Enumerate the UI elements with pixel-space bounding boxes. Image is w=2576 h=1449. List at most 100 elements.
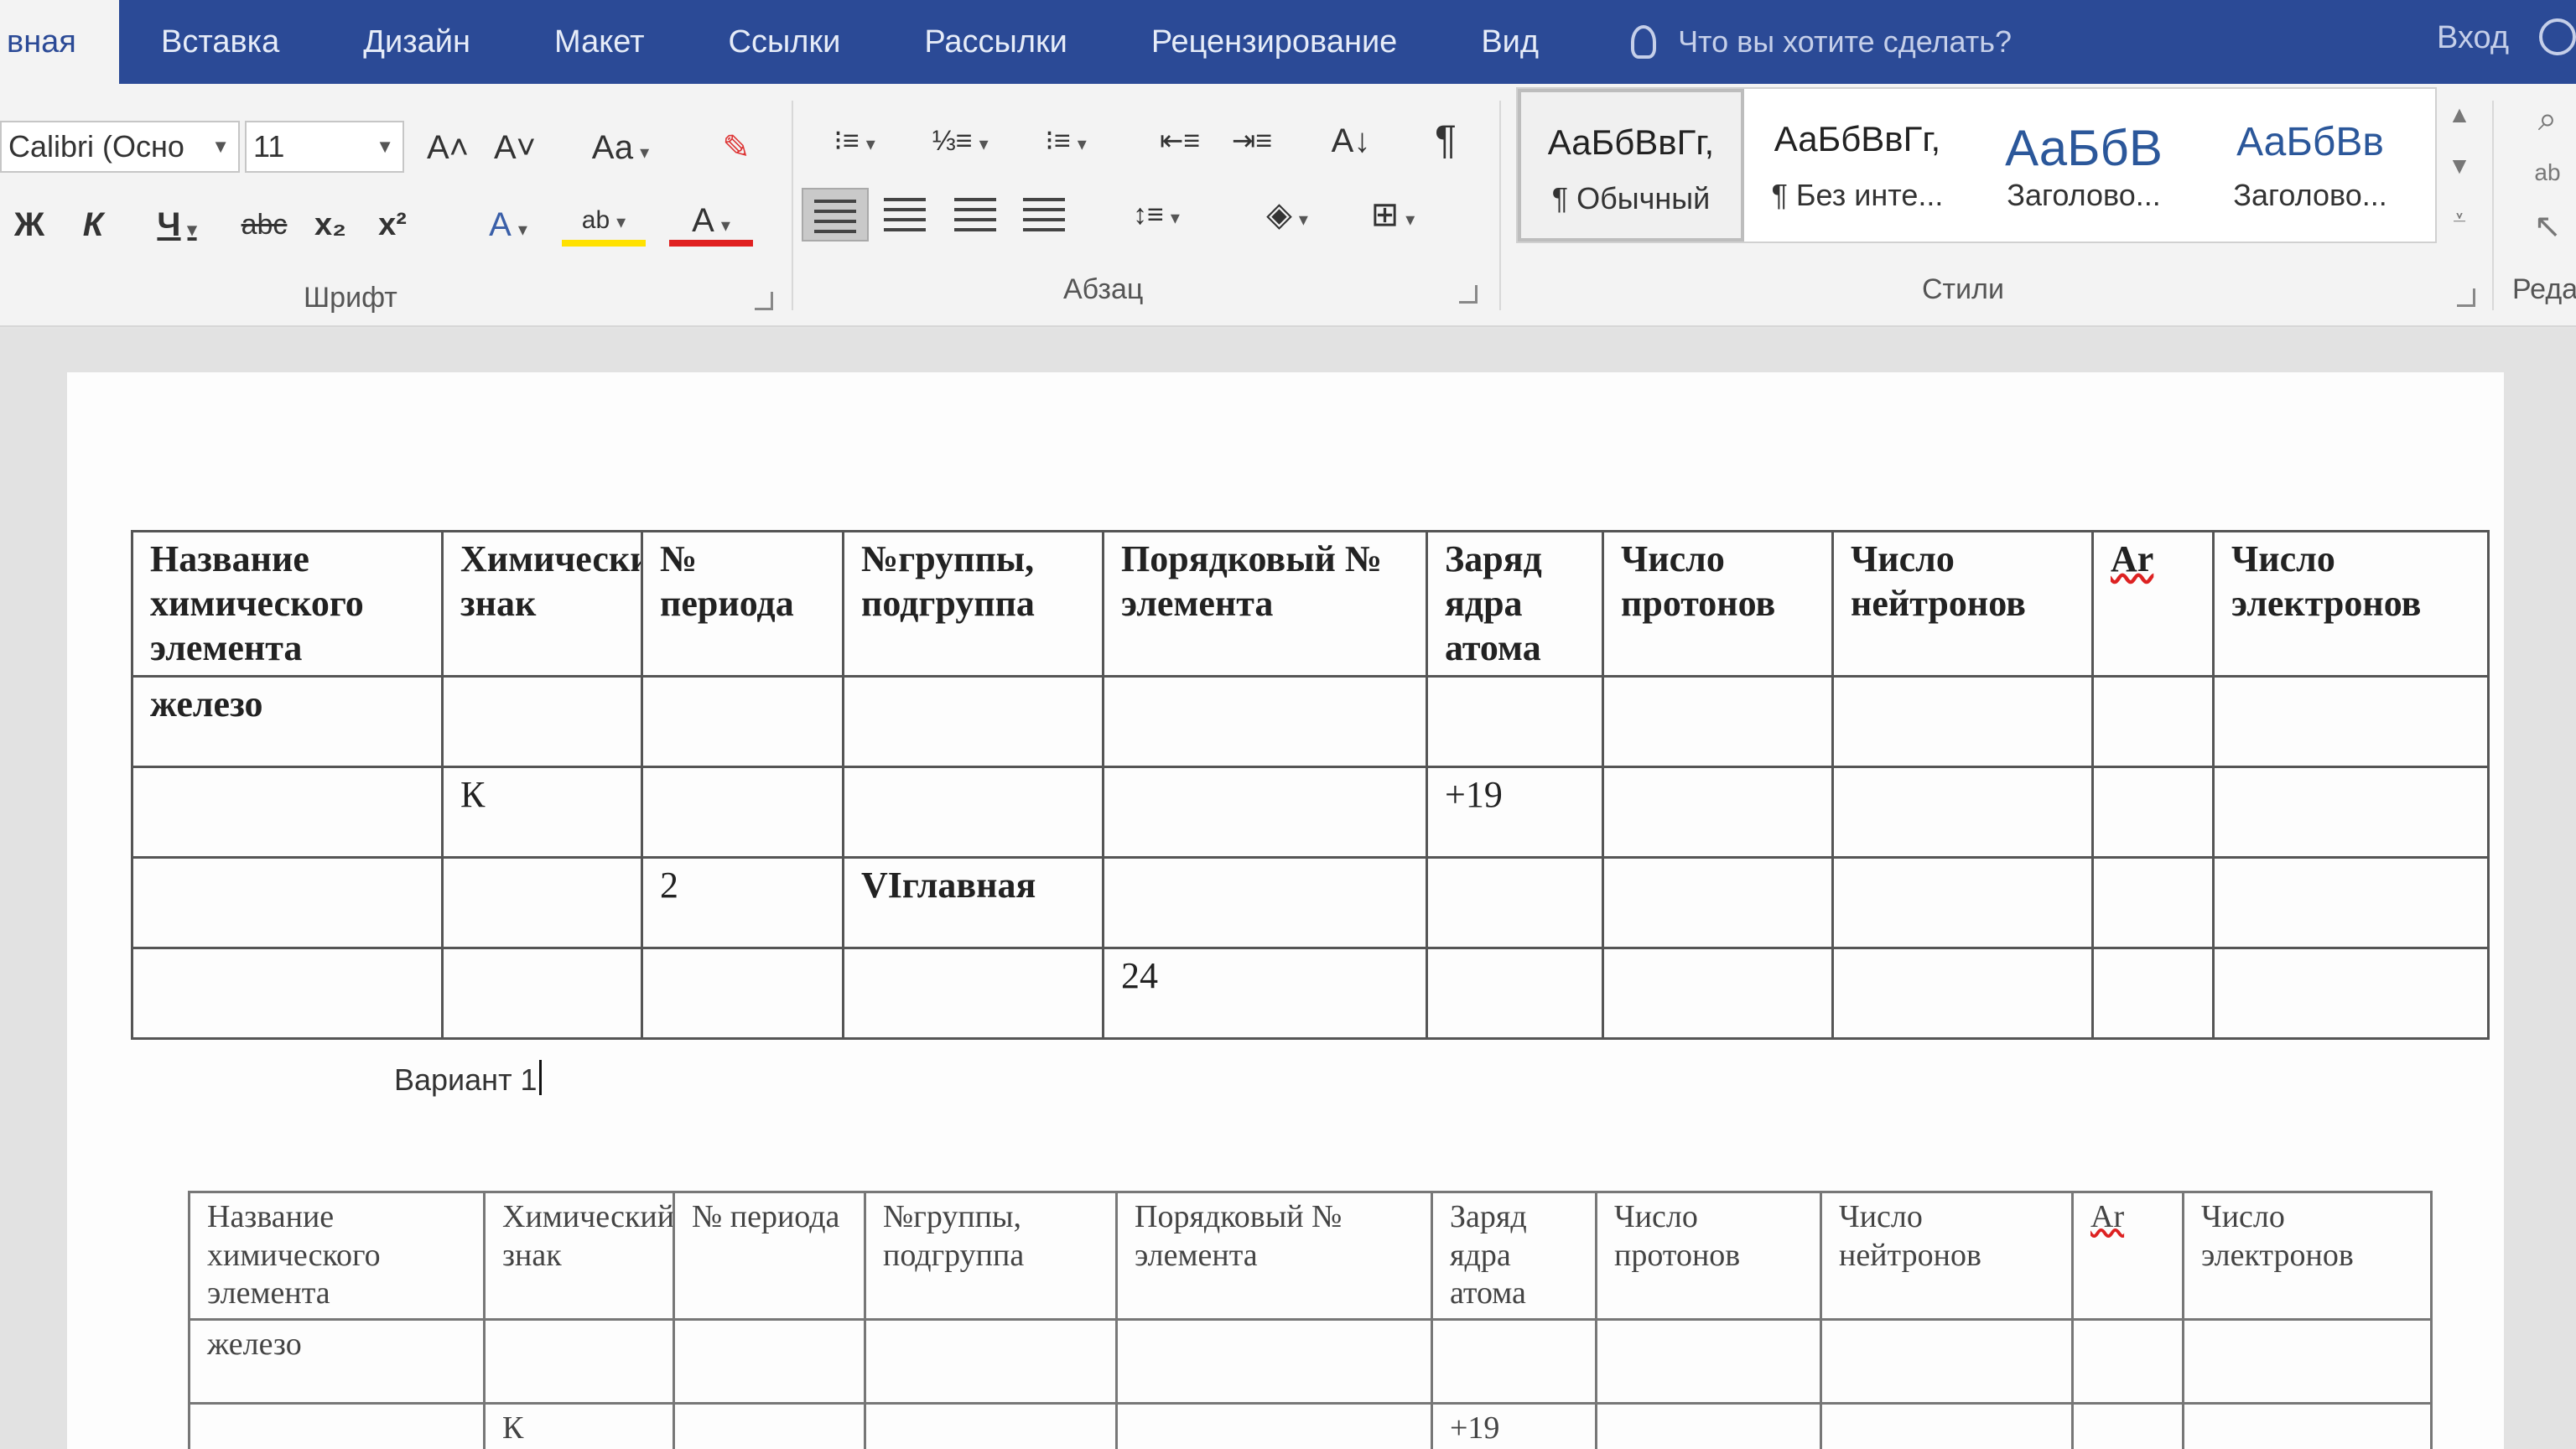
- table-cell[interactable]: [673, 1401, 866, 1449]
- header-cell[interactable]: Заряд ядра атома: [1426, 529, 1604, 678]
- header-cell[interactable]: Ar: [2071, 1191, 2184, 1321]
- tab-mailings[interactable]: Рассылки: [882, 0, 1109, 84]
- table-cell[interactable]: [842, 947, 1104, 1041]
- header-cell[interactable]: № периода: [641, 529, 844, 678]
- tab-insert[interactable]: Вставка: [119, 0, 321, 84]
- multilevel-list-icon[interactable]: ⁝≡: [1020, 114, 1112, 168]
- numbering-icon[interactable]: ⅓≡: [914, 114, 1006, 168]
- table-cell[interactable]: [1102, 766, 1428, 860]
- table-cell[interactable]: [1602, 856, 1834, 950]
- header-cell[interactable]: Число электронов: [2212, 529, 2490, 678]
- italic-button[interactable]: К: [72, 198, 114, 252]
- table-cell[interactable]: [2091, 947, 2215, 1041]
- table-cell[interactable]: [1831, 675, 2094, 769]
- header-cell[interactable]: Число протонов: [1602, 529, 1834, 678]
- show-formatting-pilcrow-icon[interactable]: ¶: [1422, 114, 1469, 168]
- table-cell[interactable]: [1426, 856, 1604, 950]
- table-cell[interactable]: железо: [188, 1317, 486, 1405]
- header-cell[interactable]: Ar: [2091, 529, 2215, 678]
- table-cell[interactable]: [641, 947, 844, 1041]
- select-cursor-icon[interactable]: ↖: [2524, 200, 2571, 253]
- document-page[interactable]: Название химического элемента Химический…: [67, 372, 2504, 1449]
- replace-icon[interactable]: ab: [2524, 146, 2571, 200]
- bullets-icon[interactable]: ⁝≡: [808, 114, 901, 168]
- variant-label[interactable]: Вариант 1: [394, 1060, 542, 1098]
- subscript-button[interactable]: x₂: [307, 198, 354, 252]
- header-cell[interactable]: №группы, подгруппа: [864, 1191, 1118, 1321]
- underline-button[interactable]: Ч: [139, 198, 215, 252]
- table-cell[interactable]: [1602, 766, 1834, 860]
- find-icon[interactable]: ⌕: [2524, 92, 2571, 146]
- tab-view[interactable]: Вид: [1439, 0, 1581, 84]
- table-cell[interactable]: [1831, 766, 2094, 860]
- header-cell[interactable]: Заряд ядра атома: [1431, 1191, 1597, 1321]
- paragraph-dialog-launcher-icon[interactable]: [1459, 285, 1478, 304]
- align-center-icon[interactable]: [875, 188, 934, 242]
- table-cell[interactable]: [1820, 1317, 2074, 1405]
- header-cell[interactable]: Число нейтронов: [1831, 529, 2094, 678]
- table-cell[interactable]: [1431, 1317, 1597, 1405]
- more-styles-icon[interactable]: ⩡: [2453, 205, 2466, 232]
- justify-icon[interactable]: [1015, 188, 1073, 242]
- table-cell[interactable]: [1115, 1401, 1433, 1449]
- table-cell[interactable]: К: [483, 1401, 675, 1449]
- change-case-button[interactable]: Аа: [579, 121, 662, 174]
- shrink-font-button[interactable]: A˅: [491, 121, 538, 174]
- table-cell[interactable]: [673, 1317, 866, 1405]
- table-cell[interactable]: 2: [641, 856, 844, 950]
- tab-review[interactable]: Рецензирование: [1109, 0, 1439, 84]
- line-spacing-icon[interactable]: ↕≡: [1110, 188, 1202, 242]
- superscript-button[interactable]: x²: [369, 198, 416, 252]
- clear-formatting-eraser-icon[interactable]: ✎: [713, 121, 760, 174]
- header-cell[interactable]: Химический знак: [441, 529, 643, 678]
- table-cell[interactable]: [1426, 947, 1604, 1041]
- chevron-down-icon[interactable]: ▼: [376, 122, 394, 171]
- scroll-down-icon[interactable]: ▼: [2448, 153, 2471, 179]
- table-cell[interactable]: [641, 675, 844, 769]
- header-cell[interactable]: Порядковый № элемента: [1102, 529, 1428, 678]
- scroll-up-icon[interactable]: ▲: [2448, 101, 2471, 128]
- tell-me-box[interactable]: Что вы хотите сделать?: [1631, 24, 2012, 60]
- user-icon[interactable]: [2539, 18, 2576, 55]
- table-cell[interactable]: [1595, 1317, 1822, 1405]
- table-cell[interactable]: [441, 675, 643, 769]
- header-cell[interactable]: Название химического элемента: [188, 1191, 486, 1321]
- table-cell[interactable]: [441, 856, 643, 950]
- table-cell[interactable]: [641, 766, 844, 860]
- table-cell[interactable]: [1602, 947, 1834, 1041]
- table-cell[interactable]: [2212, 856, 2490, 950]
- table-cell[interactable]: [1426, 675, 1604, 769]
- table-cell[interactable]: [1831, 856, 2094, 950]
- table-cell[interactable]: 24: [1102, 947, 1428, 1041]
- table-cell[interactable]: [2182, 1317, 2433, 1405]
- font-name-combo[interactable]: Calibri (Осно ▼: [0, 121, 240, 173]
- table-cell[interactable]: VIглавная: [842, 856, 1104, 950]
- shading-bucket-icon[interactable]: ◈: [1241, 188, 1333, 242]
- table-cell[interactable]: [2212, 675, 2490, 769]
- table-cell[interactable]: +19: [1426, 766, 1604, 860]
- table-cell[interactable]: железо: [131, 675, 444, 769]
- table-cell[interactable]: [131, 766, 444, 860]
- table-cell[interactable]: [441, 947, 643, 1041]
- font-dialog-launcher-icon[interactable]: [755, 292, 773, 310]
- sort-icon[interactable]: А↓: [1322, 114, 1380, 168]
- sign-in-link[interactable]: Вход: [2437, 0, 2509, 75]
- align-right-icon[interactable]: [946, 188, 1005, 242]
- header-cell[interactable]: Название химического элемента: [131, 529, 444, 678]
- table-cell[interactable]: [131, 947, 444, 1041]
- table-cell[interactable]: [1102, 856, 1428, 950]
- bold-button[interactable]: Ж: [8, 198, 50, 252]
- styles-dialog-launcher-icon[interactable]: [2457, 288, 2475, 307]
- table-cell[interactable]: [842, 766, 1104, 860]
- table-cell[interactable]: [2091, 675, 2215, 769]
- header-cell[interactable]: № периода: [673, 1191, 866, 1321]
- header-cell[interactable]: Число электронов: [2182, 1191, 2433, 1321]
- style-normal[interactable]: АаБбВвГг, ¶ Обычный: [1518, 89, 1744, 242]
- style-no-spacing[interactable]: АаБбВвГг, ¶ Без инте...: [1744, 89, 1971, 242]
- table-cell[interactable]: [864, 1401, 1118, 1449]
- table-cell[interactable]: [1602, 675, 1834, 769]
- text-effects-icon[interactable]: A: [466, 198, 550, 252]
- table-cell[interactable]: [2091, 856, 2215, 950]
- chevron-down-icon[interactable]: ▼: [211, 122, 230, 171]
- table-cell[interactable]: [2182, 1401, 2433, 1449]
